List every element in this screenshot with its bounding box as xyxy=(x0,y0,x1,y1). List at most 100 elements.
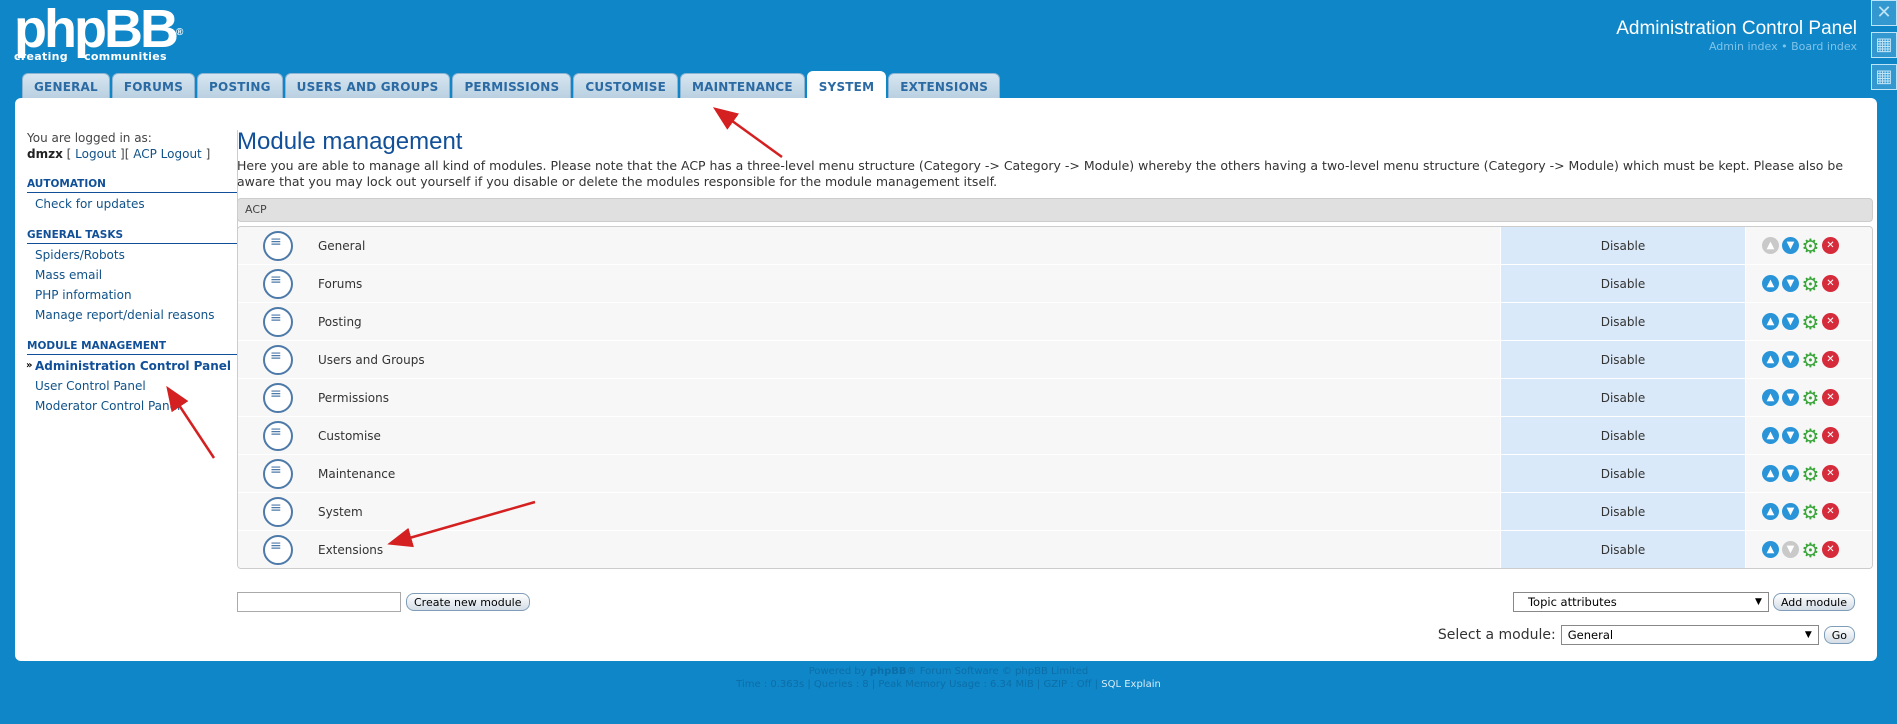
delete-icon[interactable]: ✕ xyxy=(1822,313,1839,330)
tab-customise[interactable]: CUSTOMISE xyxy=(573,73,679,99)
move-down-icon[interactable]: ▼ xyxy=(1782,503,1799,520)
module-disable-link[interactable]: Disable xyxy=(1500,379,1746,416)
move-up-icon[interactable]: ▲ xyxy=(1762,465,1779,482)
delete-icon[interactable]: ✕ xyxy=(1822,427,1839,444)
table-row: MaintenanceDisable ▲▼⚙✕ xyxy=(238,454,1872,492)
dropdown-arrow-icon: ▼ xyxy=(1804,630,1812,640)
delete-icon[interactable]: ✕ xyxy=(1822,237,1839,254)
new-module-name-input[interactable] xyxy=(237,592,401,612)
gear-icon[interactable]: ⚙ xyxy=(1802,388,1820,408)
sidebar-section-automation: AUTOMATION xyxy=(27,178,237,193)
module-name[interactable]: Posting xyxy=(318,303,1500,340)
sidebar-item-report-reasons[interactable]: Manage report/denial reasons xyxy=(27,304,237,324)
gear-icon[interactable]: ⚙ xyxy=(1802,350,1820,370)
module-category-icon xyxy=(263,458,293,489)
sidebar-item-mcp[interactable]: Moderator Control Panel xyxy=(27,395,237,415)
tab-posting[interactable]: POSTING xyxy=(197,73,283,99)
sidebar-item-ucp[interactable]: User Control Panel xyxy=(27,375,237,395)
module-name[interactable]: System xyxy=(318,493,1500,530)
module-cell-icon xyxy=(238,417,318,454)
close-box-icon[interactable]: ✕ xyxy=(1871,0,1897,26)
module-name[interactable]: General xyxy=(318,227,1500,264)
phpbb-logo[interactable]: phpBB® creating communities xyxy=(14,2,183,63)
sidebar-item-acp[interactable]: Administration Control Panel xyxy=(26,355,237,375)
module-category-icon xyxy=(263,420,293,451)
create-new-module-button[interactable]: Create new module xyxy=(406,593,530,611)
move-down-icon[interactable]: ▼ xyxy=(1782,275,1799,292)
move-down-icon[interactable]: ▼ xyxy=(1782,465,1799,482)
tab-permissions[interactable]: PERMISSIONS xyxy=(452,73,572,99)
login-info: You are logged in as: dmzx [ Logout ][ A… xyxy=(27,130,237,162)
logout-link[interactable]: Logout xyxy=(75,147,116,161)
module-name[interactable]: Customise xyxy=(318,417,1500,454)
select-module-select[interactable]: General ▼ xyxy=(1560,625,1819,645)
move-down-icon[interactable]: ▼ xyxy=(1782,237,1799,254)
module-name[interactable]: Permissions xyxy=(318,379,1500,416)
move-up-icon[interactable]: ▲ xyxy=(1762,313,1779,330)
module-disable-link[interactable]: Disable xyxy=(1500,455,1746,492)
grid-icon[interactable]: ▦ xyxy=(1871,64,1897,90)
sidebar-item-mass-email[interactable]: Mass email xyxy=(27,264,237,284)
footer-phpbb-link[interactable]: phpBB xyxy=(870,666,907,677)
sidebar-section-general-tasks: GENERAL TASKS xyxy=(27,229,237,244)
delete-icon[interactable]: ✕ xyxy=(1822,465,1839,482)
module-actions: ▲ ▼ ⚙ ✕ xyxy=(1746,493,1872,530)
tab-extensions[interactable]: EXTENSIONS xyxy=(888,73,1001,99)
move-up-icon[interactable]: ▲ xyxy=(1762,427,1779,444)
move-down-icon[interactable]: ▼ xyxy=(1782,313,1799,330)
move-up-icon[interactable]: ▲ xyxy=(1762,275,1779,292)
sidebar-item-php-information[interactable]: PHP information xyxy=(27,284,237,304)
module-disable-link[interactable]: Disable xyxy=(1500,417,1746,454)
delete-icon[interactable]: ✕ xyxy=(1822,351,1839,368)
module-disable-link[interactable]: Disable xyxy=(1500,493,1746,530)
tab-forums[interactable]: FORUMS xyxy=(111,73,196,99)
sql-explain-link[interactable]: SQL Explain xyxy=(1101,679,1161,690)
module-name[interactable]: Maintenance xyxy=(318,455,1500,492)
move-down-icon[interactable]: ▼ xyxy=(1782,389,1799,406)
gear-icon[interactable]: ⚙ xyxy=(1802,274,1820,294)
module-name[interactable]: Forums xyxy=(318,265,1500,302)
module-disable-link[interactable]: Disable xyxy=(1500,265,1746,302)
grid-icon[interactable]: ▦ xyxy=(1871,32,1897,58)
select-module-label: Select a module: xyxy=(1437,627,1556,643)
go-button[interactable]: Go xyxy=(1823,626,1855,644)
gear-icon[interactable]: ⚙ xyxy=(1802,502,1820,522)
tab-users-and-groups[interactable]: USERS AND GROUPS xyxy=(284,73,451,99)
module-disable-link[interactable]: Disable xyxy=(1500,531,1746,568)
acp-logout-link[interactable]: ACP Logout xyxy=(133,147,202,161)
module-disable-link[interactable]: Disable xyxy=(1500,227,1746,264)
move-up-icon[interactable]: ▲ xyxy=(1762,351,1779,368)
gear-icon[interactable]: ⚙ xyxy=(1802,236,1820,256)
module-name[interactable]: Extensions xyxy=(318,531,1500,568)
gear-icon[interactable]: ⚙ xyxy=(1802,426,1820,446)
gear-icon[interactable]: ⚙ xyxy=(1802,540,1820,560)
delete-icon[interactable]: ✕ xyxy=(1822,503,1839,520)
gear-icon[interactable]: ⚙ xyxy=(1802,464,1820,484)
move-up-icon[interactable]: ▲ xyxy=(1762,541,1779,558)
move-down-icon[interactable]: ▼ xyxy=(1782,351,1799,368)
move-up-icon[interactable]: ▲ xyxy=(1762,389,1779,406)
module-disable-link[interactable]: Disable xyxy=(1500,341,1746,378)
delete-icon[interactable]: ✕ xyxy=(1822,275,1839,292)
table-header-acp[interactable]: ACP xyxy=(237,198,1873,222)
move-up-icon[interactable]: ▲ xyxy=(1762,503,1779,520)
gear-icon[interactable]: ⚙ xyxy=(1802,312,1820,332)
table-row: GeneralDisable▲▼⚙✕ xyxy=(238,227,1872,264)
delete-icon[interactable]: ✕ xyxy=(1822,389,1839,406)
delete-icon[interactable]: ✕ xyxy=(1822,541,1839,558)
sidebar-item-check-for-updates[interactable]: Check for updates xyxy=(27,193,237,213)
add-module-button[interactable]: Add module xyxy=(1772,593,1855,611)
sidebar-item-spiders-robots[interactable]: Spiders/Robots xyxy=(27,244,237,264)
footer-copyright: ® Forum Software © phpBB Limited xyxy=(906,666,1089,677)
tab-general[interactable]: GENERAL xyxy=(22,73,110,99)
select-module-form: Select a module: General ▼ Go xyxy=(1438,625,1855,645)
tab-system[interactable]: SYSTEM xyxy=(806,71,887,99)
tab-maintenance[interactable]: MAINTENANCE xyxy=(680,73,805,99)
module-disable-link[interactable]: Disable xyxy=(1500,303,1746,340)
table-row: ExtensionsDisable▲▼⚙✕ xyxy=(238,530,1872,568)
page-title: Module management xyxy=(237,128,463,155)
header-links[interactable]: Admin index • Board index xyxy=(1709,40,1857,53)
module-name[interactable]: Users and Groups xyxy=(318,341,1500,378)
add-module-select[interactable]: Topic attributes ▼ xyxy=(1512,592,1769,612)
move-down-icon[interactable]: ▼ xyxy=(1782,427,1799,444)
